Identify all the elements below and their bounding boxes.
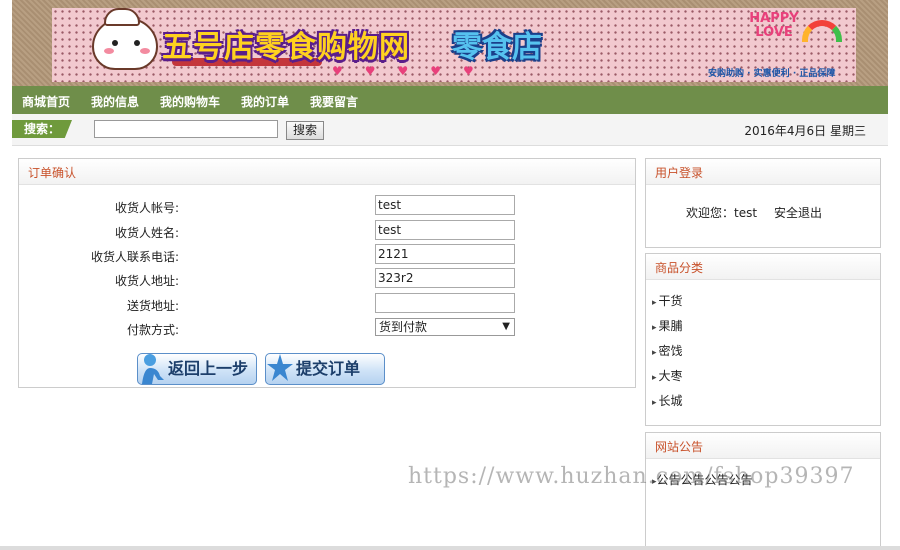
search-input[interactable] <box>94 120 278 138</box>
mascot-blush <box>104 48 114 54</box>
payment-method-select[interactable]: 货到付款 ▼ <box>375 318 515 336</box>
field-label: 收货人姓名: <box>114 226 179 240</box>
logout-link[interactable]: 安全退出 <box>774 204 822 221</box>
bullet-icon: ▸ <box>652 398 657 408</box>
back-button-label: 返回上一步 <box>168 359 249 378</box>
banner-image: 五号店零食购物网 零食店 ♥♥♥♥♥ HAPPY LOVE 安购助购 · 实惠便… <box>52 8 856 82</box>
back-button[interactable]: 返回上一步 <box>137 353 257 385</box>
panel-title: 用户登录 <box>646 159 880 185</box>
category-item[interactable]: ▸ 长城 <box>652 392 683 409</box>
mascot-eye <box>134 40 140 46</box>
field-label: 送货地址: <box>126 299 179 313</box>
receiver-address-field[interactable]: 323r2 <box>375 268 515 288</box>
bottom-divider <box>0 546 900 550</box>
category-label: 大枣 <box>658 369 683 383</box>
main-nav: 商城首页 我的信息 我的购物车 我的订单 我要留言 <box>12 86 888 114</box>
category-label: 长城 <box>658 394 683 408</box>
panel-title: 网站公告 <box>646 433 880 459</box>
bullet-icon: ▸ <box>652 373 657 383</box>
receiver-account-field[interactable]: test <box>375 195 515 215</box>
nav-my-orders[interactable]: 我的订单 <box>241 93 289 110</box>
nav-home[interactable]: 商城首页 <box>22 93 70 110</box>
field-label: 收货人地址: <box>114 274 179 288</box>
category-label: 干货 <box>658 294 683 308</box>
receiver-phone-field[interactable]: 2121 <box>375 244 515 264</box>
header-banner: 五号店零食购物网 零食店 ♥♥♥♥♥ HAPPY LOVE 安购助购 · 实惠便… <box>0 0 900 86</box>
person-icon <box>142 354 164 384</box>
category-label: 果脯 <box>658 319 683 333</box>
dropdown-arrow-icon: ▼ <box>502 321 510 332</box>
category-label: 密饯 <box>658 344 683 358</box>
mascot-eye <box>112 40 118 46</box>
field-label: 付款方式: <box>126 323 179 337</box>
category-item[interactable]: ▸ 大枣 <box>652 367 683 384</box>
user-login-panel: 用户登录 欢迎您：test 安全退出 <box>645 158 881 248</box>
watermark: https://www.huzhan.com/fshop39397 <box>408 464 855 489</box>
search-button[interactable]: 搜索 <box>286 121 324 140</box>
nav-my-cart[interactable]: 我的购物车 <box>160 93 220 110</box>
category-item[interactable]: ▸ 果脯 <box>652 317 683 334</box>
delivery-address-field[interactable] <box>375 293 515 313</box>
bullet-icon: ▸ <box>652 323 657 333</box>
star-icon <box>267 354 293 381</box>
site-store-name: 零食店 <box>452 30 542 65</box>
panel-title: 订单确认 <box>19 159 635 185</box>
current-date: 2016年4月6日 星期三 <box>744 124 866 138</box>
bullet-icon: ▸ <box>652 298 657 308</box>
mascot-blush <box>140 48 150 54</box>
field-label: 收货人帐号: <box>114 201 179 215</box>
hearts-decoration: ♥♥♥♥♥ <box>332 64 496 78</box>
bullet-icon: ▸ <box>652 348 657 358</box>
notice-panel: 网站公告 ▸公告公告公告公告 <box>645 432 881 550</box>
category-item[interactable]: ▸ 干货 <box>652 292 683 309</box>
field-label: 收货人联系电话: <box>90 250 179 264</box>
submit-order-button[interactable]: 提交订单 <box>265 353 385 385</box>
payment-method-value: 货到付款 <box>379 320 428 334</box>
panel-title: 商品分类 <box>646 254 880 280</box>
receiver-name-field[interactable]: test <box>375 220 515 240</box>
category-item[interactable]: ▸ 密饯 <box>652 342 683 359</box>
search-label: 搜索： <box>12 120 72 138</box>
nav-my-info[interactable]: 我的信息 <box>91 93 139 110</box>
order-confirm-panel: 订单确认 收货人帐号: test 收货人姓名: test 收货人联系电话: 21… <box>18 158 636 388</box>
happy-love-logo: HAPPY LOVE <box>749 11 799 40</box>
welcome-text: 欢迎您：test <box>686 206 758 220</box>
category-panel: 商品分类 ▸ 干货 ▸ 果脯 ▸ 密饯 ▸ 大枣 ▸ 长城 <box>645 253 881 426</box>
chef-hat <box>104 8 140 26</box>
submit-order-label: 提交订单 <box>296 359 361 378</box>
service-badges: 安购助购 · 实惠便利 · 正品保障 <box>708 69 836 79</box>
nav-leave-message[interactable]: 我要留言 <box>310 93 358 110</box>
search-bar: 搜索： 搜索 2016年4月6日 星期三 <box>12 114 888 146</box>
site-title: 五号店零食购物网 <box>162 30 410 65</box>
